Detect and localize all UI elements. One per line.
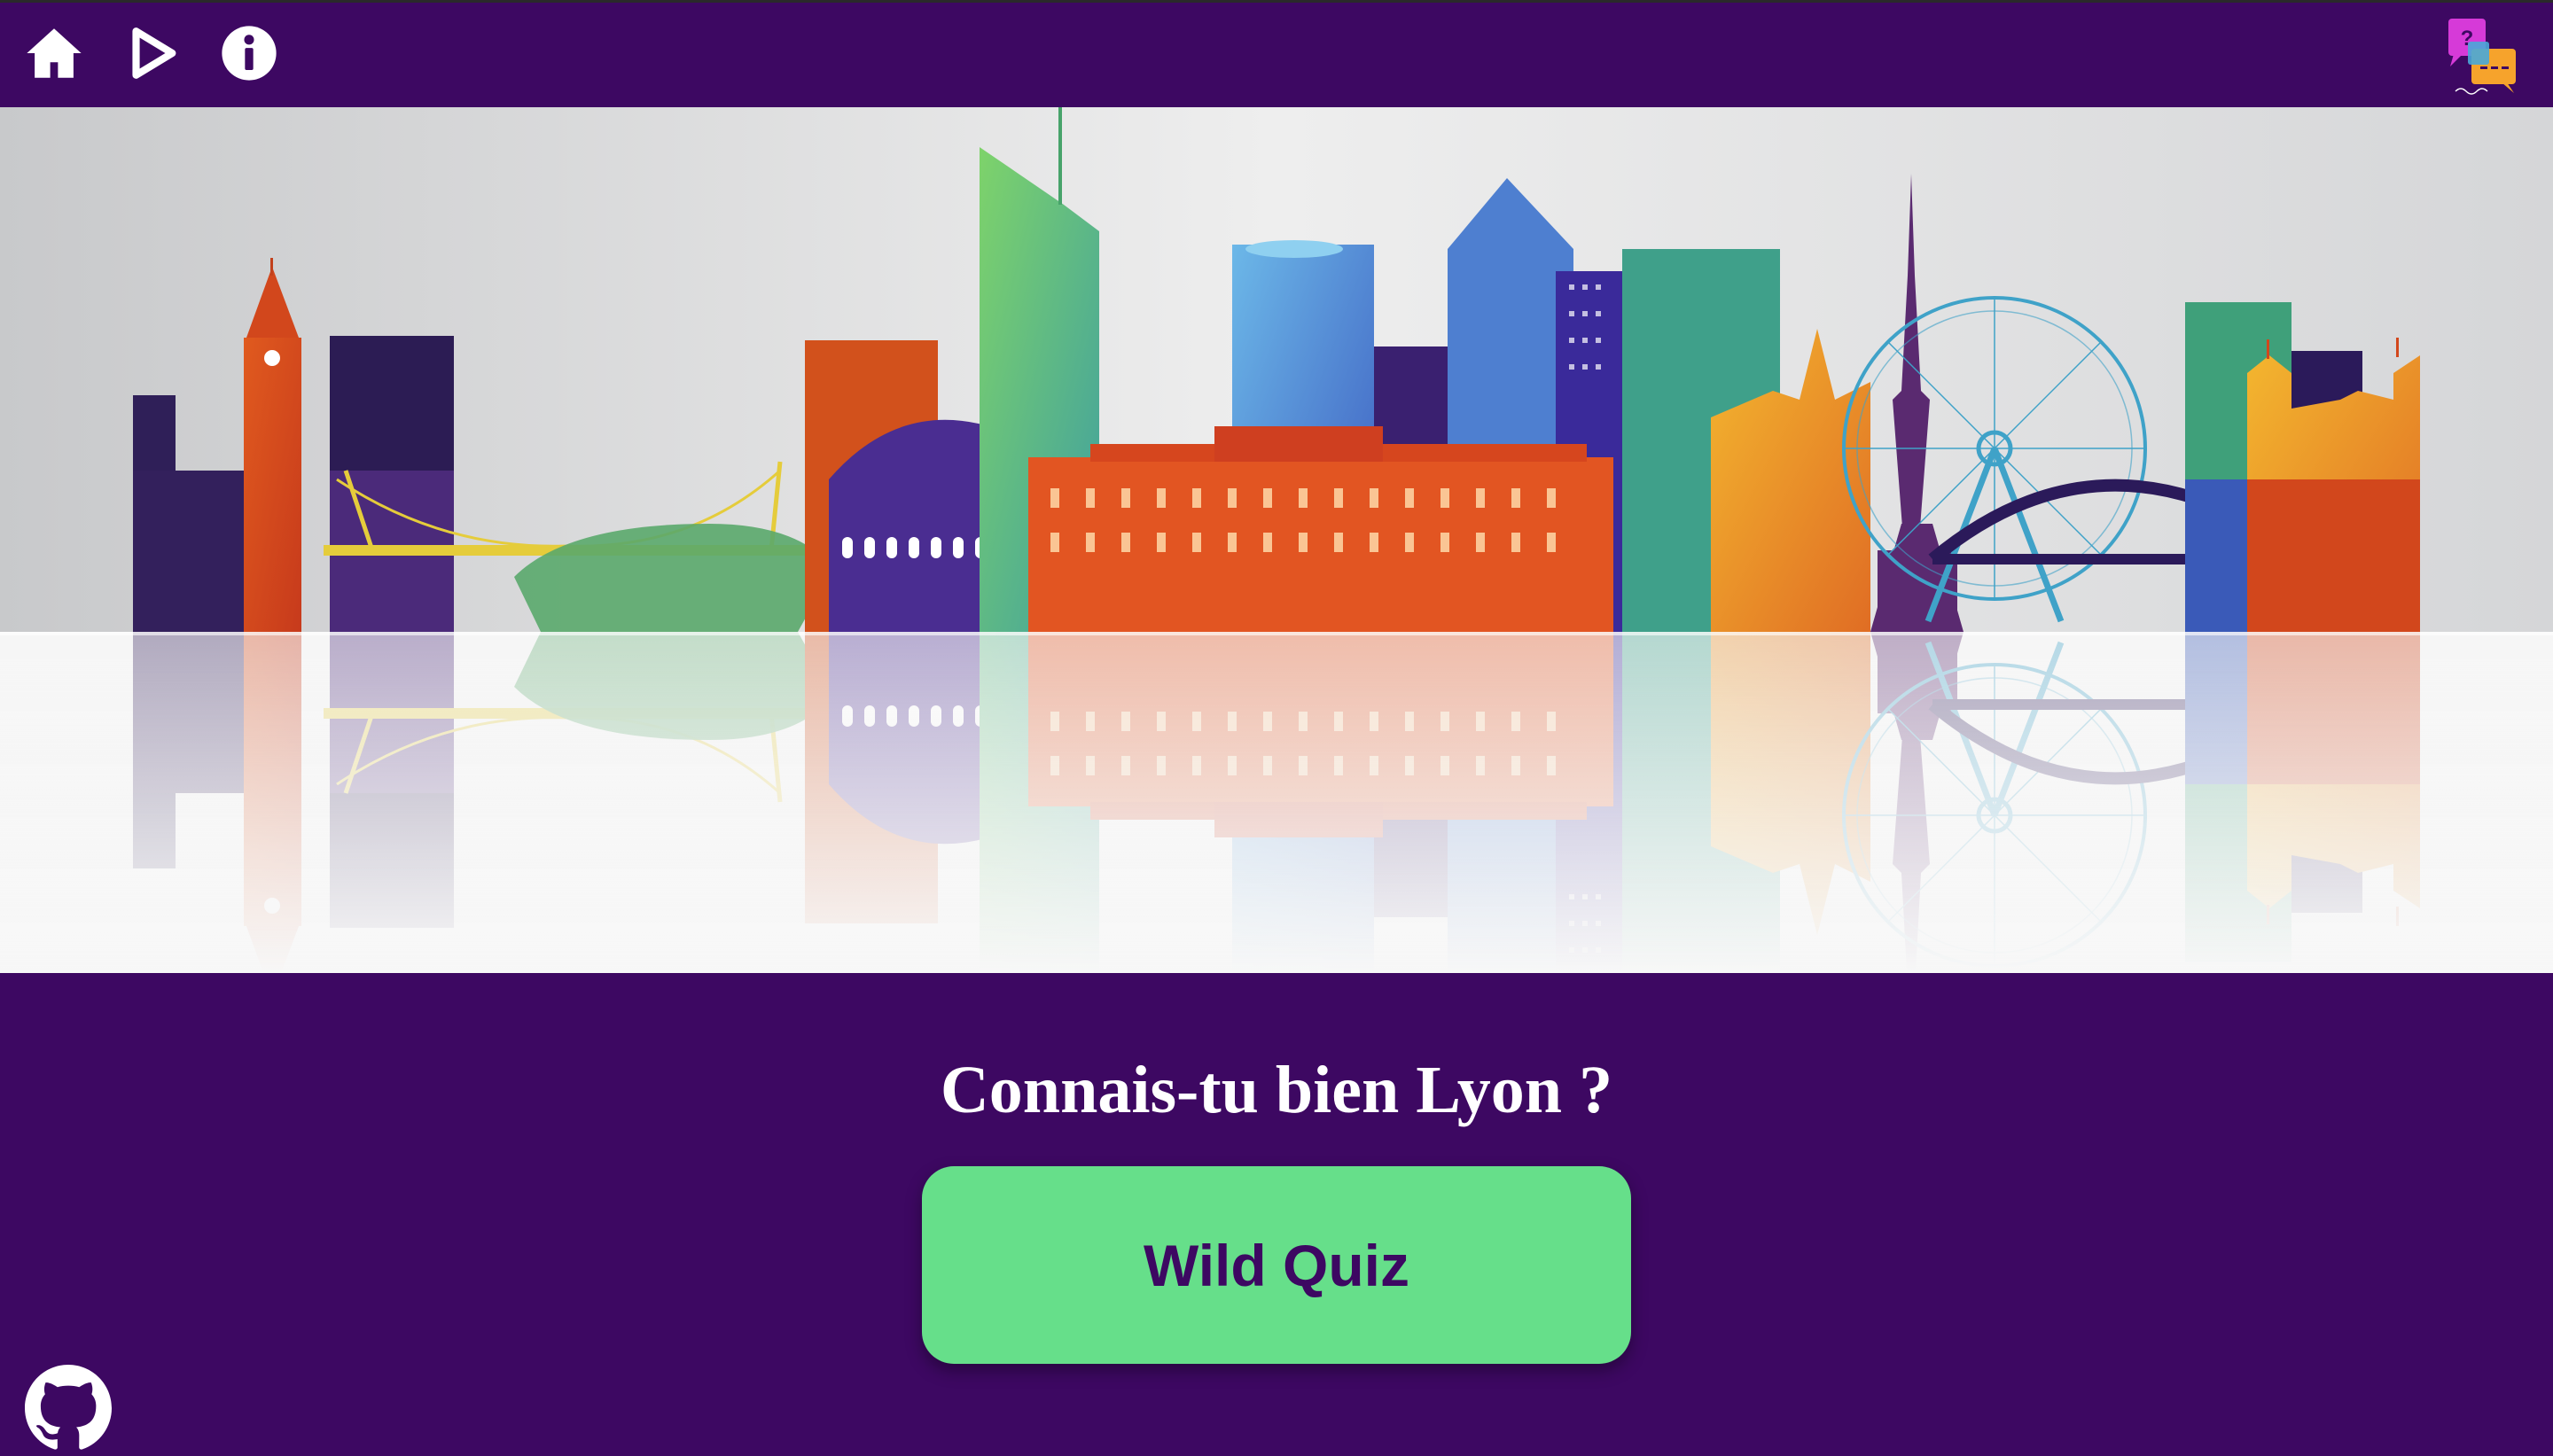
page-title: Connais-tu bien Lyon ?	[940, 1053, 1613, 1127]
wild-quiz-logo[interactable]: ?	[2445, 15, 2521, 97]
github-icon[interactable]	[25, 1365, 112, 1452]
lyon-skyline-illustration	[0, 107, 2553, 973]
info-icon[interactable]	[218, 22, 280, 84]
top-nav-bar: ?	[0, 0, 2553, 107]
play-icon[interactable]	[121, 22, 183, 84]
start-quiz-button[interactable]: Wild Quiz	[922, 1166, 1631, 1364]
home-icon[interactable]	[23, 22, 85, 84]
